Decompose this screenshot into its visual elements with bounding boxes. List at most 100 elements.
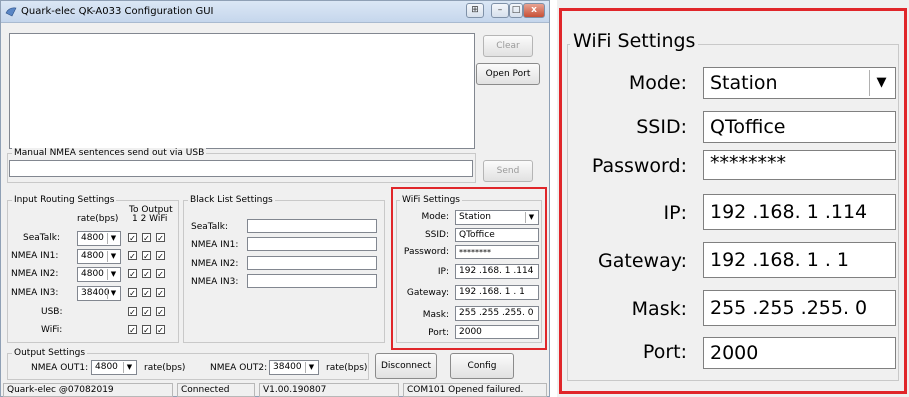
wifi-zoom-mode-select[interactable]: Station ▼ bbox=[703, 67, 896, 99]
manual-nmea-label: Manual NMEA sentences send out via USB bbox=[12, 148, 207, 158]
open-port-button[interactable]: Open Port bbox=[476, 63, 540, 85]
window-title: Quark-elec QK-A033 Configuration GUI bbox=[21, 6, 214, 17]
manual-nmea-input[interactable] bbox=[9, 160, 473, 177]
checkbox-seatalk-wifi[interactable]: ✓ bbox=[156, 233, 165, 243]
routing-label-in3: NMEA IN3: bbox=[11, 288, 59, 298]
checkbox-in1-wifi[interactable]: ✓ bbox=[156, 251, 165, 261]
chevron-down-icon[interactable]: ▼ bbox=[869, 70, 893, 96]
maximize-button[interactable]: □ bbox=[509, 3, 523, 18]
checkbox-in3-out1[interactable]: ✓ bbox=[128, 288, 137, 298]
input-routing-title: Input Routing Settings bbox=[12, 195, 117, 205]
status-version: V1.00.190807 bbox=[259, 383, 399, 397]
wifi-zoom-port-input[interactable]: 2000 bbox=[703, 337, 896, 369]
checkbox-wifi-out1[interactable]: ✓ bbox=[128, 325, 137, 335]
chevron-down-icon: ▼ bbox=[107, 233, 119, 244]
wifi-zoom-title: WiFi Settings bbox=[570, 30, 699, 52]
checkbox-usb-out2[interactable]: ✓ bbox=[142, 307, 151, 317]
checkbox-wifi-wifi[interactable]: ✓ bbox=[156, 325, 165, 335]
routing-rate-seatalk[interactable]: 4800 ▼ bbox=[77, 231, 121, 246]
app-icon bbox=[5, 5, 17, 17]
checkbox-usb-wifi[interactable]: ✓ bbox=[156, 307, 165, 317]
blacklist-label-in3: NMEA IN3: bbox=[191, 277, 239, 287]
checkbox-seatalk-out1[interactable]: ✓ bbox=[128, 233, 137, 243]
checkbox-in3-out2[interactable]: ✓ bbox=[142, 288, 151, 298]
routing-label-in2: NMEA IN2: bbox=[11, 269, 59, 279]
title-bar: Quark-elec QK-A033 Configuration GUI ⊞ –… bbox=[1, 1, 549, 23]
checkbox-in3-wifi[interactable]: ✓ bbox=[156, 288, 165, 298]
wifi-password-input[interactable]: ******** bbox=[455, 245, 539, 259]
checkbox-in2-wifi[interactable]: ✓ bbox=[156, 269, 165, 279]
out2-rate-unit: rate(bps) bbox=[326, 363, 368, 373]
send-button[interactable]: Send bbox=[483, 160, 533, 182]
wifi-zoom-panel: WiFi Settings Mode: Station ▼ SSID: QTof… bbox=[557, 0, 909, 397]
out1-label: NMEA OUT1: bbox=[31, 363, 89, 373]
minimize-button[interactable]: – bbox=[491, 3, 509, 18]
wifi-zoom-password-label: Password: bbox=[591, 155, 687, 177]
chevron-down-icon: ▼ bbox=[107, 269, 119, 280]
chevron-down-icon: ▼ bbox=[305, 362, 317, 373]
chevron-down-icon: ▼ bbox=[107, 251, 119, 262]
wifi-gateway-input[interactable]: 192 .168. 1 . 1 bbox=[455, 285, 539, 300]
status-message: COM101 Opened failured. bbox=[403, 383, 547, 397]
wifi-mask-input[interactable]: 255 .255 .255. 0 bbox=[455, 306, 539, 321]
out2-rate-select[interactable]: 38400 ▼ bbox=[269, 360, 319, 375]
wifi-zoom-mask-label: Mask: bbox=[631, 298, 687, 320]
wifi-zoom-ip-input[interactable]: 192 .168. 1 .114 bbox=[703, 194, 896, 230]
wifi-title: WiFi Settings bbox=[400, 195, 462, 205]
wifi-gateway-label: Gateway: bbox=[406, 288, 449, 298]
wifi-ip-label: IP: bbox=[437, 267, 449, 277]
wifi-password-label: Password: bbox=[403, 247, 449, 257]
routing-label-wifi: WiFi: bbox=[41, 325, 63, 335]
routing-rate-in1[interactable]: 4800 ▼ bbox=[77, 249, 121, 264]
checkbox-usb-out1[interactable]: ✓ bbox=[128, 307, 137, 317]
wifi-zoom-mask-input[interactable]: 255 .255 .255. 0 bbox=[703, 290, 896, 326]
routing-label-seatalk: SeaTalk: bbox=[23, 233, 61, 243]
routing-rate-in3[interactable]: 38400 ▼ bbox=[77, 286, 121, 301]
blacklist-label-in1: NMEA IN1: bbox=[191, 240, 239, 250]
wifi-zoom-ip-label: IP: bbox=[663, 202, 687, 224]
checkbox-seatalk-out2[interactable]: ✓ bbox=[142, 233, 151, 243]
message-log[interactable] bbox=[9, 33, 475, 149]
wifi-ssid-input[interactable]: QToffice bbox=[455, 228, 539, 242]
blacklist-input-in1[interactable] bbox=[247, 237, 377, 251]
out1-rate-unit: rate(bps) bbox=[144, 363, 186, 373]
disconnect-button[interactable]: Disconnect bbox=[375, 353, 437, 379]
wifi-ssid-label: SSID: bbox=[424, 230, 449, 240]
routing-label-in1: NMEA IN1: bbox=[11, 251, 59, 261]
wifi-zoom-gateway-input[interactable]: 192 .168. 1 . 1 bbox=[703, 242, 896, 278]
out1-rate-select[interactable]: 4800 ▼ bbox=[91, 360, 137, 375]
wifi-port-input[interactable]: 2000 bbox=[455, 325, 539, 339]
config-button[interactable]: Config bbox=[450, 353, 514, 379]
help-icon[interactable]: ⊞ bbox=[466, 3, 484, 18]
routing-label-usb: USB: bbox=[41, 307, 63, 317]
wifi-mask-label: Mask: bbox=[422, 310, 449, 320]
rate-header: rate(bps) bbox=[77, 214, 119, 224]
wifi-zoom-password-input[interactable]: ******** bbox=[703, 150, 896, 180]
checkbox-in1-out2[interactable]: ✓ bbox=[142, 251, 151, 261]
wifi-port-label: Port: bbox=[428, 328, 449, 338]
checkbox-in2-out1[interactable]: ✓ bbox=[128, 269, 137, 279]
blacklist-input-in2[interactable] bbox=[247, 256, 377, 270]
wifi-mode-select[interactable]: Station ▼ bbox=[455, 210, 539, 225]
wifi-zoom-ssid-input[interactable]: QToffice bbox=[703, 111, 896, 143]
blacklist-label-seatalk: SeaTalk: bbox=[191, 222, 229, 232]
clear-button[interactable]: Clear bbox=[483, 35, 533, 57]
blacklist-input-in3[interactable] bbox=[247, 274, 377, 288]
wifi-zoom-gateway-label: Gateway: bbox=[598, 250, 687, 272]
output-settings-title: Output Settings bbox=[12, 348, 88, 358]
checkbox-wifi-out2[interactable]: ✓ bbox=[142, 325, 151, 335]
chevron-down-icon: ▼ bbox=[525, 212, 537, 223]
wifi-zoom-ssid-label: SSID: bbox=[636, 116, 687, 138]
routing-rate-in2[interactable]: 4800 ▼ bbox=[77, 267, 121, 282]
status-connection: Connected bbox=[177, 383, 255, 397]
wifi-mode-label: Mode: bbox=[421, 212, 449, 222]
output-columns-header: 1 2 WiFi bbox=[132, 214, 168, 224]
close-button[interactable]: x bbox=[523, 3, 545, 18]
wifi-zoom-mode-label: Mode: bbox=[628, 72, 687, 94]
blacklist-input-seatalk[interactable] bbox=[247, 219, 377, 233]
checkbox-in1-out1[interactable]: ✓ bbox=[128, 251, 137, 261]
chevron-down-icon: ▼ bbox=[123, 362, 135, 373]
checkbox-in2-out2[interactable]: ✓ bbox=[142, 269, 151, 279]
blacklist-label-in2: NMEA IN2: bbox=[191, 259, 239, 269]
wifi-ip-input[interactable]: 192 .168. 1 .114 bbox=[455, 264, 539, 279]
